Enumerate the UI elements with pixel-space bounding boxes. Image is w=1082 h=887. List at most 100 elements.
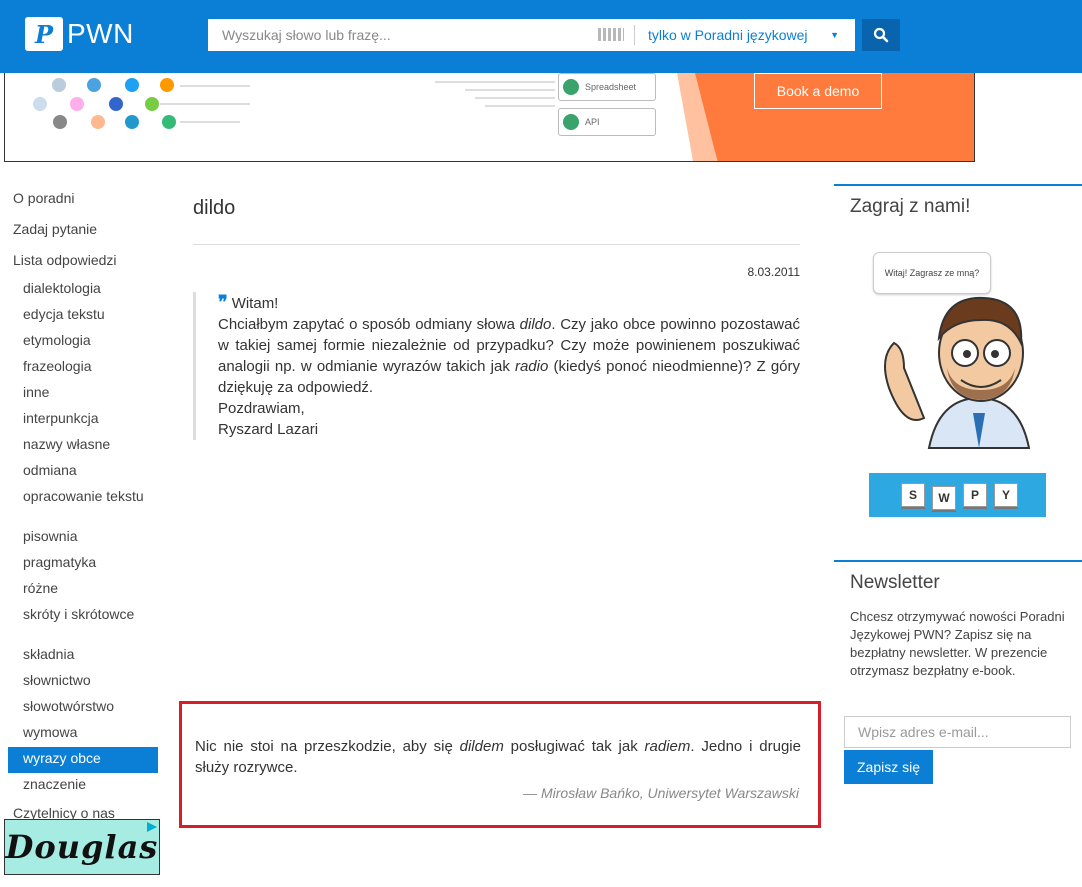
search-input[interactable]: [220, 19, 604, 51]
book-demo-button[interactable]: Book a demo: [754, 73, 882, 109]
integration-logo-icon: [87, 78, 101, 92]
divider: [193, 244, 800, 245]
sidebar-subitem[interactable]: odmiana: [8, 459, 158, 485]
sidebar-subitem[interactable]: różne: [8, 577, 158, 603]
email-field[interactable]: [844, 716, 1071, 748]
integration-logo-icon: [145, 97, 159, 111]
pwn-logo[interactable]: P PWN: [25, 17, 134, 51]
twitter-icon: [125, 78, 139, 92]
game-widget: Zagraj z nami! Witaj! Zagrasz ze mną? S …: [834, 184, 1082, 546]
integration-logo-icon: [125, 115, 139, 129]
sidebar-subitem[interactable]: słowotwórstwo: [8, 695, 158, 721]
sidebar-subitem[interactable]: wymowa: [8, 721, 158, 747]
newsletter-title: Newsletter: [850, 572, 940, 593]
integration-logo-icon: [109, 97, 123, 111]
sidebar-subitem[interactable]: nazwy własne: [8, 433, 158, 459]
game-title: Zagraj z nami!: [850, 196, 971, 217]
sidebar-subitem[interactable]: znaczenie: [8, 773, 158, 799]
banner-pill-spreadsheet: Spreadsheet: [558, 73, 656, 101]
douglas-ad[interactable]: Douglas: [4, 819, 160, 875]
connector-line: [475, 97, 555, 99]
top-header: P PWN tylko w Poradni językowej ▼: [0, 0, 1082, 73]
sidebar-subitem[interactable]: składnia: [8, 643, 158, 669]
api-icon: [563, 114, 579, 130]
integration-logo-icon: [33, 97, 47, 111]
swpy-game-banner[interactable]: Witaj! Zagrasz ze mną? S W P Y: [869, 248, 1046, 517]
answer-term: dildem: [459, 738, 504, 755]
answer-term: radiem: [644, 738, 691, 755]
search-icon: [873, 27, 889, 43]
sidebar-item-lista-odpowiedzi[interactable]: Lista odpowiedzi: [8, 246, 158, 277]
sidebar-item-zadaj-pytanie[interactable]: Zadaj pytanie: [8, 215, 158, 246]
sidebar-subitem[interactable]: skróty i skrótowce: [8, 603, 158, 643]
logo-mark-letter: P: [34, 19, 54, 49]
integration-logo-icon: [53, 115, 67, 129]
newsletter-widget: Newsletter Chcesz otrzymywać nowości Por…: [834, 560, 1082, 792]
sidebar-subitem[interactable]: interpunkcja: [8, 407, 158, 433]
amazon-icon: [160, 78, 174, 92]
keyboard-icon[interactable]: [598, 28, 624, 41]
ad-banner[interactable]: Spreadsheet API Book a demo: [4, 73, 975, 162]
connector-line: [485, 105, 555, 107]
douglas-logo: Douglas: [5, 828, 159, 866]
question-part: Chciałbym zapytać o sposób odmiany słowa: [218, 316, 520, 333]
sidebar-item-o-poradni[interactable]: O poradni: [8, 184, 158, 215]
search-bar: tylko w Poradni językowej ▼: [208, 19, 855, 51]
connector-line: [180, 85, 250, 87]
answer-text: Nic nie stoi na przeszkodzie, aby się di…: [195, 736, 801, 778]
greeting-line: ❞ Witam!: [218, 292, 800, 314]
integration-logo-icon: [70, 97, 84, 111]
answer-part: posługiwać tak jak: [503, 738, 645, 755]
sidebar-subitem[interactable]: pisownia: [8, 525, 158, 551]
question-term: radio: [514, 358, 549, 375]
sidebar-subitem[interactable]: słownictwo: [8, 669, 158, 695]
article: dildo 8.03.2011 ❞ Witam! Chciałbym zapyta…: [193, 185, 800, 440]
logo-text: PWN: [67, 18, 134, 49]
greeting: Witam!: [231, 295, 279, 312]
question-block: ❞ Witam! Chciałbym zapytać o sposób odmia…: [193, 292, 800, 440]
search-scope-select[interactable]: tylko w Poradni językowej: [648, 19, 848, 51]
answer-block: Nic nie stoi na przeszkodzie, aby się di…: [179, 701, 821, 828]
letter-tiles: S W P Y: [869, 473, 1046, 517]
closing: Pozdrawiam,: [218, 400, 305, 417]
letter-tile: S: [901, 483, 925, 507]
sidebar-subitem[interactable]: dialektologia: [8, 277, 158, 303]
caret-down-icon[interactable]: ▼: [830, 19, 839, 51]
sidebar-nav: O poradni Zadaj pytanie Lista odpowiedzi…: [8, 184, 158, 830]
search-button[interactable]: [862, 19, 900, 51]
subscribe-button[interactable]: Zapisz się: [844, 750, 933, 784]
question-term: dildo: [519, 316, 552, 333]
answer-author: — Mirosław Bańko, Uniwersytet Warszawski: [523, 785, 799, 801]
page-title: dildo: [193, 197, 236, 219]
letter-tile: Y: [994, 483, 1018, 507]
sidebar-subitem[interactable]: edycja tekstu: [8, 303, 158, 329]
banner-pill-api: API: [558, 108, 656, 136]
connector-line: [180, 121, 240, 123]
sidebar-subitem[interactable]: inne: [8, 381, 158, 407]
logo-mark: P: [25, 17, 63, 51]
search-scope-label: tylko w Poradni językowej: [648, 27, 808, 43]
cartoon-man-illustration: [884, 296, 1031, 449]
sidebar-subitem[interactable]: frazeologia: [8, 355, 158, 381]
search-divider: [634, 25, 635, 45]
signature: Ryszard Lazari: [218, 421, 319, 438]
integration-logo-icon: [162, 115, 176, 129]
spreadsheet-icon: [563, 79, 579, 95]
sidebar-subitem[interactable]: pragmatyka: [8, 551, 158, 577]
question-text: Chciałbym zapytać o sposób odmiany słowa…: [218, 314, 800, 398]
pill-label: Spreadsheet: [585, 82, 637, 92]
sidebar-subitem[interactable]: etymologia: [8, 329, 158, 355]
connector-line: [465, 89, 555, 91]
answer-part: Nic nie stoi na przeszkodzie, aby się: [195, 738, 460, 755]
letter-tile: W: [932, 486, 956, 510]
pill-label: API: [585, 117, 600, 127]
newsletter-text: Chcesz otrzymywać nowości Poradni Języko…: [850, 609, 1065, 678]
quote-icon: ❞: [218, 292, 228, 313]
sidebar-subitem[interactable]: opracowanie tekstu: [8, 485, 158, 525]
connector-line: [435, 81, 555, 83]
connector-line: [160, 103, 250, 105]
letter-tile: P: [963, 483, 987, 507]
question-date: 8.03.2011: [747, 265, 801, 279]
integration-logo-icon: [91, 115, 105, 129]
sidebar-subitem-active[interactable]: wyrazy obce: [8, 747, 158, 773]
